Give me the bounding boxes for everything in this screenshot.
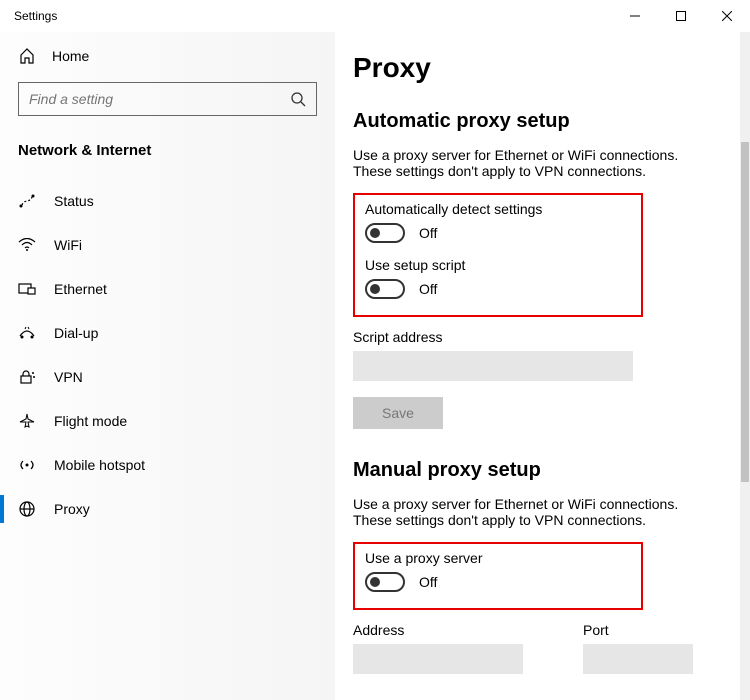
sidebar-item-vpn[interactable]: VPN: [0, 355, 335, 399]
sidebar-item-mobile-hotspot[interactable]: Mobile hotspot: [0, 443, 335, 487]
minimize-button[interactable]: [612, 0, 658, 32]
sidebar-item-label: Flight mode: [54, 413, 127, 429]
scrollbar-thumb[interactable]: [741, 142, 749, 482]
maximize-button[interactable]: [658, 0, 704, 32]
titlebar: Settings: [0, 0, 750, 32]
vpn-icon: [18, 370, 36, 384]
setup-script-label: Use setup script: [365, 257, 631, 273]
sidebar-item-proxy[interactable]: Proxy: [0, 487, 335, 531]
sidebar-item-flight-mode[interactable]: Flight mode: [0, 399, 335, 443]
home-nav[interactable]: Home: [0, 40, 335, 72]
proxy-icon: [18, 501, 36, 517]
manual-port-input[interactable]: [583, 644, 693, 674]
content-pane: Proxy Automatic proxy setup Use a proxy …: [335, 32, 750, 700]
manual-port-label: Port: [583, 622, 693, 638]
manual-section-heading: Manual proxy setup: [353, 459, 736, 482]
status-icon: [18, 193, 36, 209]
airplane-icon: [18, 413, 36, 429]
sidebar-item-wifi[interactable]: WiFi: [0, 223, 335, 267]
sidebar-item-label: Status: [54, 193, 94, 209]
sidebar-item-label: Ethernet: [54, 281, 107, 297]
highlight-manual-toggle: Use a proxy server Off: [353, 542, 643, 610]
use-proxy-label: Use a proxy server: [365, 550, 631, 566]
caption-controls: [612, 0, 750, 32]
manual-address-label: Address: [353, 622, 523, 638]
home-label: Home: [52, 48, 89, 64]
script-address-label: Script address: [353, 329, 736, 345]
wifi-icon: [18, 238, 36, 252]
sidebar-item-dialup[interactable]: Dial-up: [0, 311, 335, 355]
close-button[interactable]: [704, 0, 750, 32]
sidebar-item-label: Proxy: [54, 501, 90, 517]
script-address-input[interactable]: [353, 351, 633, 381]
dialup-icon: [18, 326, 36, 340]
use-proxy-state: Off: [419, 574, 437, 590]
vertical-scrollbar[interactable]: [740, 32, 750, 700]
search-box[interactable]: [18, 82, 317, 116]
sidebar-item-label: WiFi: [54, 237, 82, 253]
home-icon: [18, 48, 36, 64]
search-input[interactable]: [29, 91, 290, 107]
hotspot-icon: [18, 458, 36, 472]
save-button[interactable]: Save: [353, 397, 443, 429]
auto-section-description: Use a proxy server for Ethernet or WiFi …: [353, 147, 713, 179]
auto-detect-toggle[interactable]: [365, 223, 405, 243]
auto-section-heading: Automatic proxy setup: [353, 110, 736, 133]
search-icon: [290, 91, 306, 107]
nav-list: Status WiFi Ethernet Dial-up: [0, 173, 335, 531]
highlight-auto-toggles: Automatically detect settings Off Use se…: [353, 193, 643, 317]
setup-script-toggle[interactable]: [365, 279, 405, 299]
sidebar-item-ethernet[interactable]: Ethernet: [0, 267, 335, 311]
auto-detect-state: Off: [419, 225, 437, 241]
auto-detect-label: Automatically detect settings: [365, 201, 631, 217]
sidebar-item-label: Dial-up: [54, 325, 98, 341]
ethernet-icon: [18, 282, 36, 296]
manual-address-input[interactable]: [353, 644, 523, 674]
manual-section-description: Use a proxy server for Ethernet or WiFi …: [353, 496, 713, 528]
setup-script-state: Off: [419, 281, 437, 297]
sidebar-item-label: VPN: [54, 369, 83, 385]
category-heading: Network & Internet: [0, 122, 335, 173]
use-proxy-toggle[interactable]: [365, 572, 405, 592]
sidebar-item-status[interactable]: Status: [0, 179, 335, 223]
sidebar-item-label: Mobile hotspot: [54, 457, 145, 473]
window-title: Settings: [14, 9, 57, 23]
page-title: Proxy: [353, 52, 736, 84]
sidebar: Home Network & Internet Status: [0, 32, 335, 700]
